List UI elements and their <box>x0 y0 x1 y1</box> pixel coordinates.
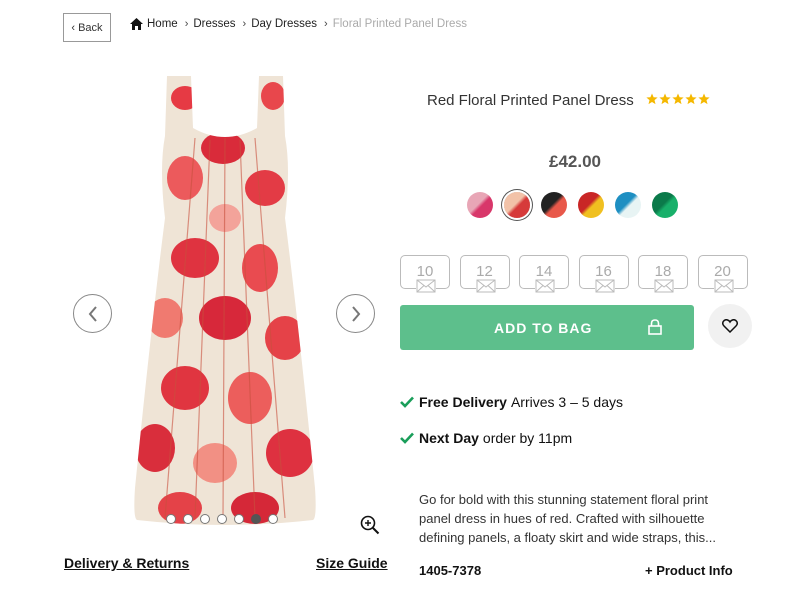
pagination-dot[interactable] <box>251 514 261 524</box>
colour-swatch[interactable] <box>578 192 604 218</box>
zoom-in-icon[interactable] <box>360 515 380 535</box>
size-label: 18 <box>654 263 672 280</box>
colour-swatch[interactable] <box>541 192 567 218</box>
envelope-icon <box>416 279 436 293</box>
product-title: Red Floral Printed Panel Dress <box>427 92 634 109</box>
home-icon <box>130 18 143 30</box>
next-image-button[interactable] <box>336 294 375 333</box>
colour-swatches <box>467 192 678 218</box>
envelope-icon <box>535 279 555 293</box>
add-to-bag-button[interactable]: ADD TO BAG <box>400 305 694 350</box>
star-icon <box>685 93 697 105</box>
add-to-bag-label: ADD TO BAG <box>494 319 593 336</box>
delivery-returns-link[interactable]: Delivery & Returns <box>64 555 189 571</box>
envelope-icon <box>654 279 674 293</box>
size-guide-link[interactable]: Size Guide <box>316 555 388 571</box>
previous-image-button[interactable] <box>73 294 112 333</box>
product-price: £42.00 <box>549 152 601 171</box>
pagination-dot[interactable] <box>183 514 193 524</box>
size-option[interactable]: 18 <box>638 255 688 293</box>
heart-icon <box>722 319 738 333</box>
breadcrumb: Home › Dresses › Day Dresses › Floral Pr… <box>130 18 467 30</box>
star-icon <box>646 93 658 105</box>
product-sku: 1405-7378 <box>419 563 482 578</box>
star-icon <box>659 93 671 105</box>
breadcrumb-separator: › <box>242 18 247 30</box>
lock-icon <box>648 319 662 335</box>
pagination-dot[interactable] <box>200 514 210 524</box>
envelope-icon <box>475 279 496 293</box>
back-button[interactable]: ‹ Back <box>63 13 111 42</box>
breadcrumb-separator: › <box>324 18 328 30</box>
colour-swatch[interactable] <box>615 192 641 218</box>
chevron-left-icon: ‹ <box>71 21 76 34</box>
size-option[interactable]: 10 <box>400 255 450 293</box>
size-label: 10 <box>416 263 434 280</box>
pagination-dot[interactable] <box>217 514 227 524</box>
size-label: 14 <box>535 263 553 280</box>
colour-swatch[interactable] <box>652 192 678 218</box>
product-info-toggle[interactable]: + Product Info <box>645 563 733 578</box>
star-icon <box>672 93 684 105</box>
product-image <box>134 76 316 525</box>
size-label: 16 <box>595 263 612 280</box>
product-description: Go for bold with this stunning statement… <box>419 492 716 545</box>
envelope-icon <box>594 279 615 293</box>
breadcrumb-separator: › <box>184 18 189 30</box>
wishlist-button[interactable] <box>708 304 752 348</box>
pagination-dot[interactable] <box>166 514 176 524</box>
colour-swatch[interactable] <box>504 192 530 218</box>
star-icon <box>698 93 710 105</box>
breadcrumb-dresses[interactable]: Dresses <box>193 18 235 30</box>
breadcrumb-day-dresses[interactable]: Day Dresses <box>251 18 317 30</box>
delivery-benefit-free: Free Delivery Arrives 3 – 5 days <box>400 394 623 410</box>
check-icon <box>400 396 414 408</box>
size-option[interactable]: 20 <box>697 255 748 293</box>
size-option[interactable]: 12 <box>459 255 510 293</box>
image-pagination <box>166 514 278 524</box>
size-label: 12 <box>476 263 493 280</box>
breadcrumb-current: Floral Printed Panel Dress <box>332 18 467 30</box>
chevron-right-icon <box>351 305 360 322</box>
chevron-left-icon <box>88 305 97 322</box>
size-selector: 10 12 14 16 18 20 <box>400 255 748 293</box>
check-icon <box>400 432 414 444</box>
envelope-icon <box>713 279 734 293</box>
pagination-dot[interactable] <box>234 514 244 524</box>
size-option[interactable]: 14 <box>519 255 569 293</box>
rating-stars <box>646 93 710 105</box>
size-label: 20 <box>714 263 731 280</box>
back-label: Back <box>78 21 103 34</box>
delivery-benefit-next-day: Next Day order by 11pm <box>400 430 572 446</box>
size-option[interactable]: 16 <box>578 255 629 293</box>
breadcrumb-home[interactable]: Home <box>130 18 178 30</box>
colour-swatch[interactable] <box>467 192 493 218</box>
pagination-dot[interactable] <box>268 514 278 524</box>
